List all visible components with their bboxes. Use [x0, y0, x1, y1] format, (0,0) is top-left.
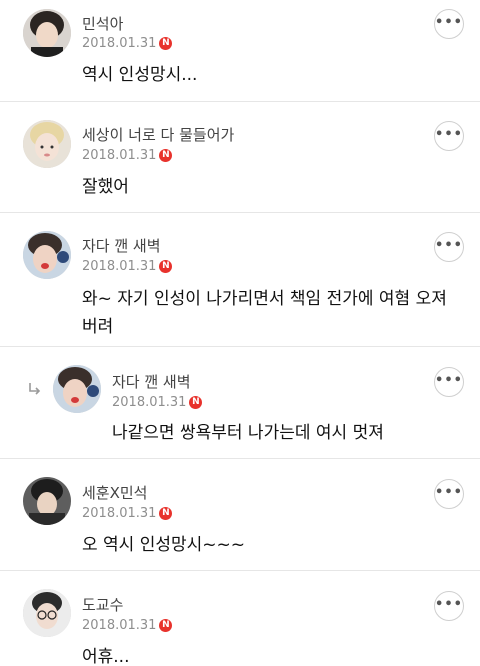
comment-date: 2018.01.31 N — [82, 259, 173, 274]
more-options-button[interactable]: ••• — [434, 479, 464, 509]
comment-author[interactable]: 자다 깬 새벽 — [112, 371, 191, 392]
comment-author[interactable]: 세훈X민석 — [82, 482, 147, 503]
new-badge: N — [159, 260, 173, 273]
comment-date-text: 2018.01.31 — [82, 36, 157, 51]
avatar[interactable] — [23, 231, 71, 279]
more-options-button[interactable]: ••• — [434, 232, 464, 262]
comment-item: 세상이 너로 다 물들어가 2018.01.31 N 잘했어 ••• — [0, 102, 480, 213]
more-horizontal-icon: ••• — [435, 14, 463, 30]
comment-item: 세훈X민석 2018.01.31 N 오 역시 인성망시~~~ ••• — [0, 459, 480, 571]
more-horizontal-icon: ••• — [435, 126, 463, 142]
new-badge: N — [189, 396, 203, 409]
comment-author[interactable]: 민석아 — [82, 13, 123, 34]
avatar[interactable] — [53, 365, 101, 413]
comment-item: 자다 깬 새벽 2018.01.31 N 와~ 자기 인성이 나가리면서 책임 … — [0, 213, 480, 347]
more-horizontal-icon: ••• — [435, 237, 463, 253]
new-badge: N — [159, 507, 173, 520]
more-horizontal-icon: ••• — [435, 372, 463, 388]
new-badge: N — [159, 619, 173, 632]
new-badge: N — [159, 149, 173, 162]
comment-date-text: 2018.01.31 — [82, 618, 157, 633]
comment-date-text: 2018.01.31 — [82, 259, 157, 274]
comment-text: 오 역시 인성망시~~~ — [82, 535, 246, 555]
reply-item: 자다 깬 새벽 2018.01.31 N 나같으면 쌍욕부터 나가는데 여시 멋… — [0, 347, 480, 459]
comment-text: 어휴... — [82, 647, 130, 666]
avatar[interactable] — [23, 477, 71, 525]
avatar[interactable] — [23, 589, 71, 637]
more-options-button[interactable]: ••• — [434, 591, 464, 621]
comment-date-text: 2018.01.31 — [112, 395, 187, 410]
comment-text: 역시 인성망시... — [82, 65, 198, 85]
avatar[interactable] — [23, 9, 71, 57]
reply-arrow-icon — [29, 383, 41, 395]
comment-item: 민석아 2018.01.31 N 역시 인성망시... ••• — [0, 0, 480, 102]
more-horizontal-icon: ••• — [435, 596, 463, 612]
more-horizontal-icon: ••• — [435, 484, 463, 500]
comment-text: 와~ 자기 인성이 나가리면서 책임 전가에 여혐 오져버려 — [82, 289, 447, 337]
comment-author[interactable]: 도교수 — [82, 594, 123, 615]
more-options-button[interactable]: ••• — [434, 121, 464, 151]
comment-text: 나같으면 쌍욕부터 나가는데 여시 멋져 — [112, 423, 384, 443]
comment-date-text: 2018.01.31 — [82, 506, 157, 521]
more-options-button[interactable]: ••• — [434, 9, 464, 39]
comment-date-text: 2018.01.31 — [82, 148, 157, 163]
new-badge: N — [159, 37, 173, 50]
avatar[interactable] — [23, 120, 71, 168]
comment-author[interactable]: 자다 깬 새벽 — [82, 235, 161, 256]
comment-item: 도교수 2018.01.31 N 어휴... ••• — [0, 571, 480, 666]
comment-author[interactable]: 세상이 너로 다 물들어가 — [82, 124, 234, 145]
comment-date: 2018.01.31 N — [82, 148, 173, 163]
more-options-button[interactable]: ••• — [434, 367, 464, 397]
comment-date: 2018.01.31 N — [112, 395, 203, 410]
comment-date: 2018.01.31 N — [82, 618, 173, 633]
comment-date: 2018.01.31 N — [82, 506, 173, 521]
comment-date: 2018.01.31 N — [82, 36, 173, 51]
comment-text: 잘했어 — [82, 177, 129, 197]
